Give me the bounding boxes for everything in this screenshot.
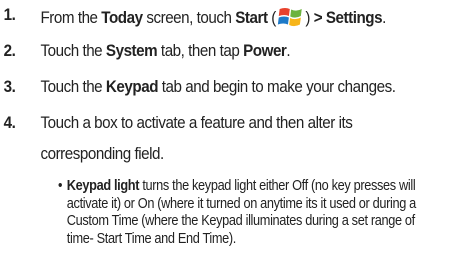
- step-text: corresponding field.: [40, 145, 164, 163]
- step-3-text-b: tab and begin to make your changes.: [158, 78, 396, 96]
- bullet-text: turns the keypad light either Off (no ke…: [139, 178, 416, 194]
- step-1-text-a: From the: [40, 9, 102, 27]
- instruction-document: 1. From the Today screen, touch Start ( …: [0, 0, 470, 263]
- bullet-line-1: • Keypad light turns the keypad light eit…: [58, 178, 456, 196]
- step-number: 4.: [3, 114, 16, 132]
- step-text: Touch the System tab, then tap Power.: [40, 42, 290, 61]
- step-2-text-a: Touch the: [40, 42, 106, 60]
- step-1-text-b: screen, touch: [142, 9, 236, 27]
- step-3-text-a: Touch the: [40, 78, 106, 96]
- bullet-dot: •: [58, 178, 63, 194]
- windows-start-icon: [277, 8, 302, 27]
- paren-open: (: [267, 9, 276, 27]
- step-text: Touch a box to activate a feature and th…: [40, 114, 353, 132]
- start-label: Start: [235, 9, 268, 27]
- step-text: From the Today screen, touch Start ( ) >…: [40, 6, 386, 28]
- bullet-line-2: activate it) or On (where it turned on a…: [66, 195, 416, 212]
- step-2-text-b: tab, then tap: [157, 42, 244, 60]
- step-text: Touch the Keypad tab and begin to make y…: [40, 78, 395, 97]
- bullet-keypad-light: • Keypad light turns the keypad light eit…: [58, 178, 456, 248]
- keypad-tab-label: Keypad: [105, 78, 159, 96]
- step-2-end: .: [286, 42, 291, 60]
- bullet-line-3: Custom Time (where the Keypad illuminate…: [66, 213, 415, 229]
- keypad-light-term: Keypad light: [66, 178, 140, 194]
- step-number: 2.: [3, 42, 16, 60]
- today-screen-label: Today: [101, 9, 143, 27]
- step-1-end: .: [382, 9, 386, 27]
- power-label: Power: [243, 42, 287, 60]
- system-tab-label: System: [105, 42, 158, 60]
- step-number: 1.: [3, 6, 16, 24]
- step-number: 3.: [3, 78, 16, 96]
- settings-label: > Settings: [309, 9, 383, 27]
- bullet-line-4: time- Start Time and End Time).: [66, 230, 237, 247]
